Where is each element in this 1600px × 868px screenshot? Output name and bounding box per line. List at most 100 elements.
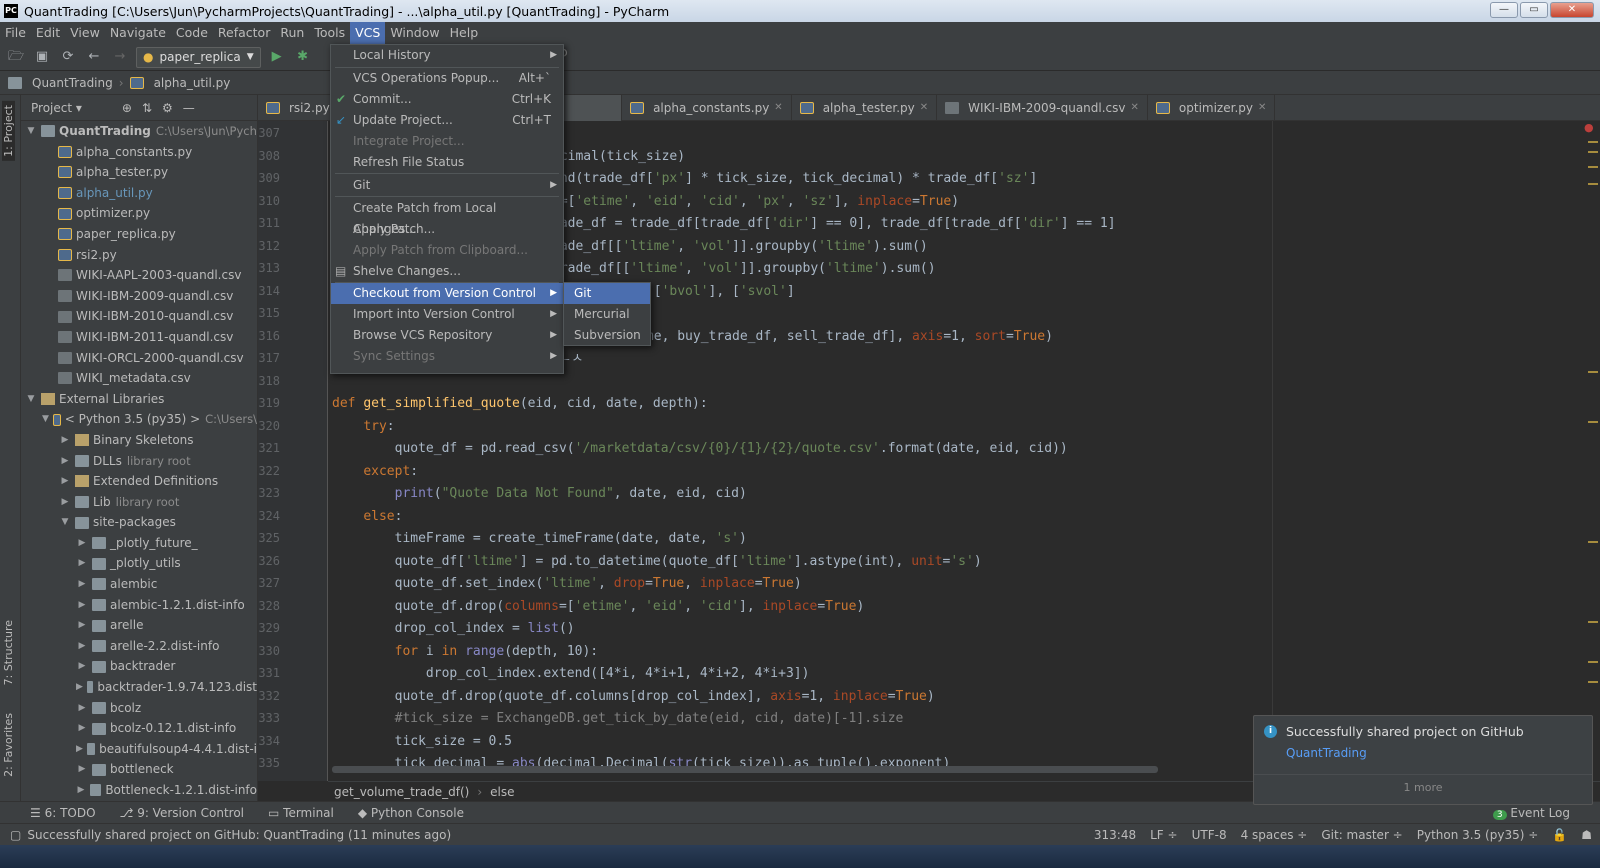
collapsed-arrow-icon[interactable]: ▶ — [76, 615, 88, 636]
submenu-mercurial[interactable]: Mercurial — [564, 304, 650, 325]
git-branch[interactable]: Git: master ÷ — [1321, 828, 1402, 842]
python-console-tool-button[interactable]: ◆ Python Console — [358, 806, 464, 820]
inspector-icon[interactable]: ☗ — [1581, 828, 1592, 842]
tree-item[interactable]: alpha_util.py — [21, 183, 257, 204]
expanded-arrow-icon[interactable]: ▼ — [42, 409, 49, 430]
submenu-git[interactable]: Git — [564, 283, 650, 304]
project-tool-tab[interactable]: 1: Project — [2, 101, 15, 161]
minimize-button[interactable]: — — [1490, 2, 1518, 18]
menu-view[interactable]: View — [65, 22, 105, 44]
tree-item[interactable]: ▶ DLLs library root — [21, 451, 257, 472]
collapsed-arrow-icon[interactable]: ▶ — [76, 718, 88, 739]
status-message[interactable]: Successfully shared project on GitHub: Q… — [27, 828, 451, 842]
tree-item[interactable]: ▶ _plotly_utils — [21, 553, 257, 574]
tree-item[interactable]: ▼ < Python 3.5 (py35) > C:\Users\ — [21, 409, 257, 430]
tree-item[interactable]: ▶ Extended Definitions — [21, 471, 257, 492]
error-stripe[interactable]: ● — [1580, 121, 1600, 781]
menu-vcs-operations-popup[interactable]: VCS Operations Popup... Alt+` — [331, 68, 563, 89]
expanded-arrow-icon[interactable]: ▼ — [59, 512, 71, 533]
tree-item[interactable]: ▶ backtrader-1.9.74.123.dist — [21, 677, 257, 698]
menu-navigate[interactable]: Navigate — [105, 22, 171, 44]
indent-setting[interactable]: 4 spaces ÷ — [1241, 828, 1308, 842]
tree-item[interactable]: WIKI-IBM-2009-quandl.csv — [21, 286, 257, 307]
tree-item[interactable]: ▶ arelle-2.2.dist-info — [21, 636, 257, 657]
menu-local-history[interactable]: Local History ▶ — [331, 45, 563, 66]
tree-item[interactable]: alpha_constants.py — [21, 142, 257, 163]
forward-icon[interactable]: → — [110, 47, 130, 67]
tree-item[interactable]: ▶ Lib library root — [21, 492, 257, 513]
maximize-button[interactable]: ▭ — [1520, 2, 1548, 18]
collapsed-arrow-icon[interactable]: ▶ — [76, 553, 88, 574]
favorites-tool-tab[interactable]: 2: Favorites — [2, 713, 15, 777]
close-tab-icon[interactable]: ✕ — [774, 95, 782, 121]
collapsed-arrow-icon[interactable]: ▶ — [76, 780, 86, 801]
breadcrumb-function[interactable]: get_volume_trade_df() — [334, 785, 469, 799]
menu-shelve-changes[interactable]: ▤ Shelve Changes... — [331, 261, 563, 282]
tab-wiki-ibm-2009[interactable]: WIKI-IBM-2009-quandl.csv ✕ — [937, 94, 1148, 121]
tree-item[interactable]: ▶ Bottleneck-1.2.1.dist-info — [21, 780, 257, 801]
event-log-button[interactable]: 3 Event Log — [1492, 806, 1570, 820]
menu-file[interactable]: File — [0, 22, 31, 44]
collapsed-arrow-icon[interactable]: ▶ — [76, 595, 88, 616]
close-tab-icon[interactable]: ✕ — [1258, 95, 1266, 121]
tree-item[interactable]: ▶ _plotly_future_ — [21, 533, 257, 554]
tree-item[interactable]: ▶ backtrader — [21, 656, 257, 677]
collapsed-arrow-icon[interactable]: ▶ — [76, 533, 88, 554]
tree-item[interactable]: optimizer.py — [21, 203, 257, 224]
caret-position[interactable]: 313:48 — [1094, 828, 1136, 842]
error-icon[interactable]: ● — [1584, 121, 1594, 134]
collapsed-arrow-icon[interactable]: ▶ — [76, 574, 88, 595]
tree-item[interactable]: rsi2.py — [21, 245, 257, 266]
run-icon[interactable]: ▶ — [267, 47, 287, 67]
tree-item[interactable]: ▶ bcolz-0.12.1.dist-info — [21, 718, 257, 739]
breadcrumb-block[interactable]: else — [490, 785, 514, 799]
debug-icon[interactable]: ✱ — [293, 47, 313, 67]
collapsed-arrow-icon[interactable]: ▶ — [76, 698, 88, 719]
tree-item[interactable]: ▼ QuantTrading C:\Users\Jun\Pych — [21, 121, 257, 142]
menu-update-project[interactable]: ↙ Update Project... Ctrl+T — [331, 110, 563, 131]
tree-item[interactable]: WIKI-ORCL-2000-quandl.csv — [21, 348, 257, 369]
menu-window[interactable]: Window — [385, 22, 444, 44]
tab-alpha-constants[interactable]: alpha_constants.py ✕ — [622, 94, 792, 121]
menu-create-patch[interactable]: Create Patch from Local Changes... — [331, 198, 563, 236]
menu-apply-patch-clipboard[interactable]: Apply Patch from Clipboard... — [331, 240, 563, 261]
collapse-icon[interactable]: ⇅ — [142, 101, 152, 115]
status-icon[interactable]: ▢ — [10, 828, 21, 842]
tree-item[interactable]: ▶ beautifulsoup4-4.4.1.dist-i — [21, 739, 257, 760]
structure-tool-tab[interactable]: 7: Structure — [2, 620, 15, 685]
collapsed-arrow-icon[interactable]: ▶ — [59, 471, 71, 492]
tab-alpha-tester[interactable]: alpha_tester.py ✕ — [792, 94, 938, 121]
close-tab-icon[interactable]: ✕ — [1131, 95, 1139, 121]
tree-item[interactable]: ▼ External Libraries — [21, 389, 257, 410]
collapsed-arrow-icon[interactable]: ▶ — [59, 430, 71, 451]
back-icon[interactable]: ← — [84, 47, 104, 67]
submenu-subversion[interactable]: Subversion — [564, 325, 650, 346]
menu-git[interactable]: Git ▶ — [331, 175, 563, 196]
tree-item[interactable]: ▶ Binary Skeletons — [21, 430, 257, 451]
tree-item[interactable]: alpha_tester.py — [21, 162, 257, 183]
close-button[interactable]: ✕ — [1550, 2, 1594, 18]
menu-refactor[interactable]: Refactor — [213, 22, 275, 44]
menu-tools[interactable]: Tools — [309, 22, 350, 44]
save-all-icon[interactable]: ▣ — [32, 47, 52, 67]
breadcrumb-file[interactable]: alpha_util.py — [154, 76, 231, 90]
gear-icon[interactable]: ⚙ — [162, 101, 173, 115]
todo-tool-button[interactable]: ☰ 6: TODO — [30, 806, 96, 820]
collapsed-arrow-icon[interactable]: ▶ — [76, 759, 88, 780]
notification-more[interactable]: 1 more — [1254, 774, 1592, 794]
collapsed-arrow-icon[interactable]: ▶ — [59, 492, 71, 513]
python-interpreter[interactable]: Python 3.5 (py35) ÷ — [1417, 828, 1539, 842]
project-view-select[interactable]: Project ▾ — [31, 101, 82, 115]
tree-item[interactable]: ▶ alembic — [21, 574, 257, 595]
tree-item[interactable]: ▶ bottleneck — [21, 759, 257, 780]
open-folder-icon[interactable]: 🗁 — [6, 47, 26, 67]
tree-item[interactable]: ▼ site-packages — [21, 512, 257, 533]
expanded-arrow-icon[interactable]: ▼ — [25, 389, 37, 410]
tree-item[interactable]: paper_replica.py — [21, 224, 257, 245]
collapsed-arrow-icon[interactable]: ▶ — [76, 636, 88, 657]
menu-run[interactable]: Run — [275, 22, 309, 44]
tree-item[interactable]: WIKI_metadata.csv — [21, 368, 257, 389]
menu-code[interactable]: Code — [171, 22, 213, 44]
collapsed-arrow-icon[interactable]: ▶ — [76, 656, 88, 677]
menu-checkout-from-vcs[interactable]: Checkout from Version Control ▶ — [331, 283, 563, 304]
